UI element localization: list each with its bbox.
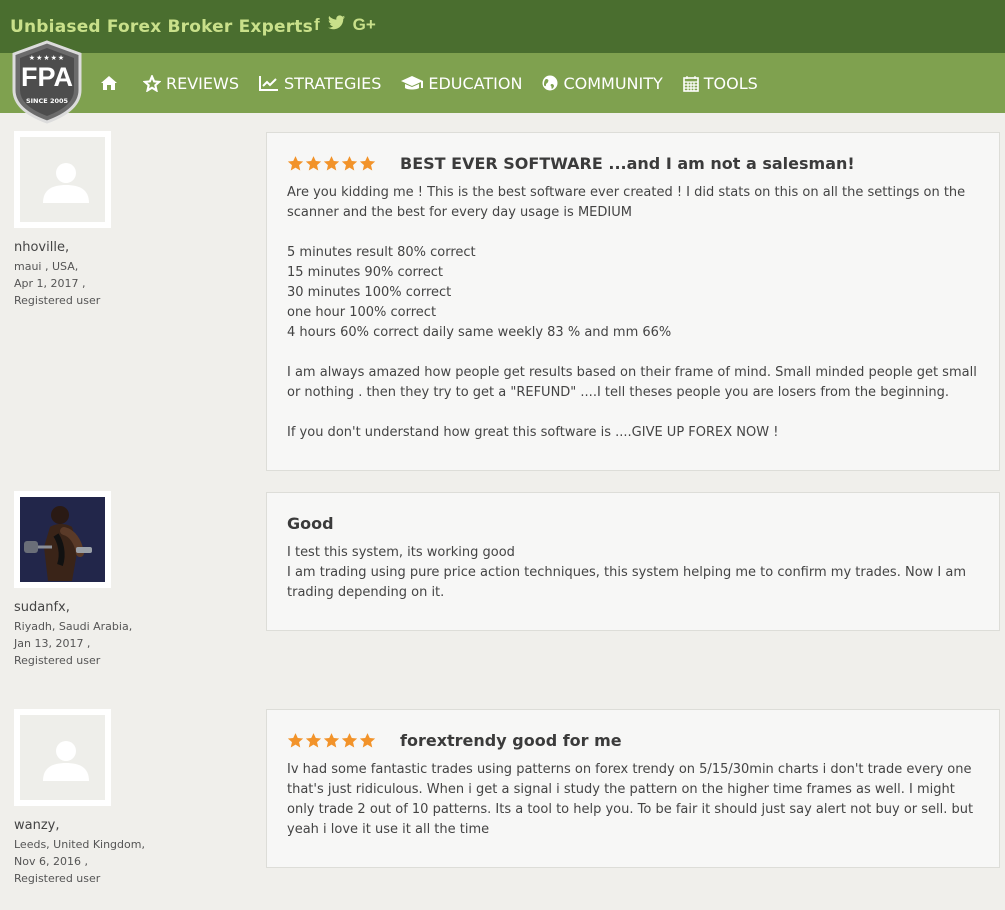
star-icon [323,732,340,747]
star-icon [359,155,376,170]
review-paragraph: Iv had some fantastic trades using patte… [287,762,978,837]
review-date: Jan 13, 2017 , [14,637,91,650]
review-date: Nov 6, 2016 , [14,855,88,868]
review-header: Good [287,511,979,535]
avatar[interactable] [14,709,111,806]
review-title: Good [287,513,334,533]
star-icon [305,155,322,170]
location: Leeds, United Kingdom, [14,838,145,851]
location: maui , USA, [14,260,79,273]
location: Riyadh, Saudi Arabia, [14,620,133,633]
top-bar: Unbiased Forex Broker Experts f G+ [0,0,1005,53]
review-body: Are you kidding me ! This is the best so… [287,183,979,443]
rating-stars [287,155,376,172]
nav-reviews-label: REVIEWS [166,73,239,93]
review-body: I test this system, its working good I a… [287,543,979,603]
user-role: Registered user [14,294,101,307]
review-body: Iv had some fantastic trades using patte… [287,760,979,840]
fpa-logo[interactable]: ★★★★★ FPA SINCE 2005 [10,40,84,124]
review-meta: wanzy, Leeds, United Kingdom, Nov 6, 201… [14,818,145,887]
facebook-icon[interactable]: f [314,15,320,35]
star-icon [359,732,376,747]
nav-community-label: COMMUNITY [563,73,663,93]
twitter-icon[interactable] [327,15,345,35]
main-nav-bar: REVIEWS STRATEGIES EDUCATION COMMUNITY T… [0,53,1005,113]
avatar[interactable] [14,491,111,588]
nav-reviews[interactable]: REVIEWS [143,74,239,93]
star-icon [341,732,358,747]
logo-since: SINCE 2005 [25,97,69,105]
review-date: Apr 1, 2017 , [14,277,86,290]
nav-education-label: EDUCATION [428,73,523,93]
review-paragraph: 5 minutes result 80% correct 15 minutes … [287,245,672,340]
review-card: forextrendy good for me Iv had some fant… [266,709,1000,868]
graduation-cap-icon [401,76,424,90]
star-icon [287,155,304,170]
main-nav: REVIEWS STRATEGIES EDUCATION COMMUNITY T… [100,53,778,113]
username[interactable]: nhoville, [14,240,100,255]
username[interactable]: sudanfx, [14,600,132,615]
social-links: f G+ [314,15,376,35]
review-paragraph: Are you kidding me ! This is the best so… [287,185,970,220]
star-icon [305,732,322,747]
nav-community[interactable]: COMMUNITY [542,73,663,93]
review-title: BEST EVER SOFTWARE ...and I am not a sal… [400,153,855,173]
site-title[interactable]: Unbiased Forex Broker Experts [10,17,313,37]
photo-avatar [20,497,105,582]
globe-icon [542,75,558,91]
user-role: Registered user [14,872,101,885]
review-meta: nhoville, maui , USA, Apr 1, 2017 , Regi… [14,240,100,309]
star-icon [323,155,340,170]
default-avatar-icon [20,715,105,800]
review-card: Good I test this system, its working goo… [266,492,1000,631]
review-title: forextrendy good for me [400,730,622,750]
default-avatar-icon [20,137,105,222]
logo-stars: ★★★★★ [28,54,66,62]
review-meta: sudanfx, Riyadh, Saudi Arabia, Jan 13, 2… [14,600,132,669]
nav-strategies[interactable]: STRATEGIES [258,73,382,93]
rating-stars [287,732,376,749]
review-header: BEST EVER SOFTWARE ...and I am not a sal… [287,151,979,175]
star-icon [287,732,304,747]
nav-strategies-label: STRATEGIES [283,73,382,93]
review-paragraph: I test this system, its working good I a… [287,545,967,600]
user-role: Registered user [14,654,101,667]
review-card: BEST EVER SOFTWARE ...and I am not a sal… [266,132,1000,471]
nav-home[interactable] [100,75,123,91]
home-icon [101,76,117,90]
nav-education[interactable]: EDUCATION [401,74,522,93]
chart-icon [258,76,278,91]
review-header: forextrendy good for me [287,728,979,752]
google-plus-icon[interactable]: G+ [353,15,376,35]
nav-tools-label: TOOLS [703,73,758,93]
review-paragraph: If you don't understand how great this s… [287,425,779,440]
nav-tools[interactable]: TOOLS [682,73,758,93]
review-paragraph: I am always amazed how people get result… [287,365,981,400]
username[interactable]: wanzy, [14,818,145,833]
star-icon [341,155,358,170]
calendar-icon [682,75,699,92]
avatar[interactable] [14,131,111,228]
logo-text: FPA [21,62,73,92]
star-icon [143,74,161,92]
